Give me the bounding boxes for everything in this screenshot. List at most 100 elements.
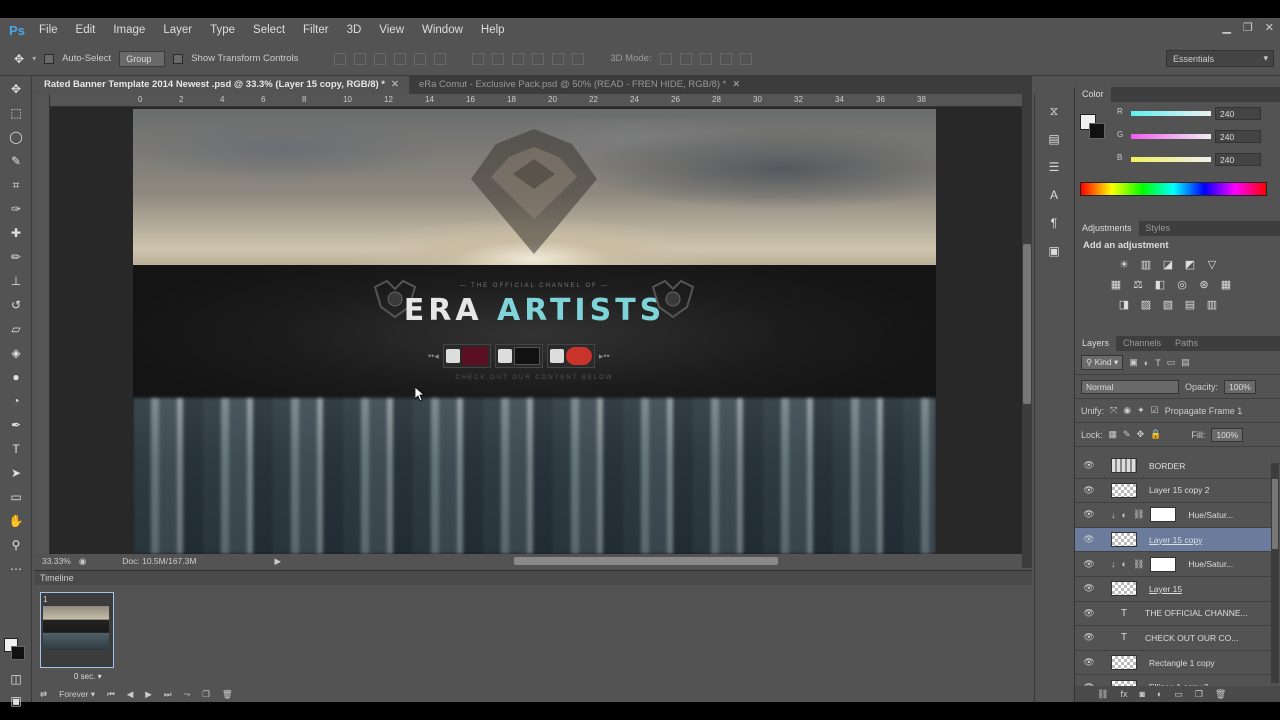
layer-style-icon[interactable]: fx [1120,689,1127,699]
selective-color-icon[interactable]: ▤ [1183,297,1197,311]
color-spectrum-ramp[interactable] [1080,182,1267,196]
restore-icon[interactable]: ❐ [1243,21,1253,34]
layers-scrollbar[interactable] [1271,463,1279,683]
menu-view[interactable]: View [370,18,413,42]
channel-value-r[interactable]: 240 [1215,107,1261,120]
filter-pixel-icon[interactable]: ▣ [1129,357,1138,368]
channel-value-g[interactable]: 240 [1215,130,1261,143]
unify-visibility-icon[interactable]: ◉ [1123,405,1131,416]
show-transform-checkbox[interactable] [173,53,184,64]
paint-bucket-tool-icon[interactable]: ◈ [5,342,27,364]
character-panel-icon[interactable]: A [1043,184,1065,206]
document-canvas[interactable]: — THE OFFICIAL CHANNEL OF — ERA ARTISTS … [133,109,936,554]
ellipsis-icon[interactable]: ⋯ [5,558,27,580]
menu-window[interactable]: Window [413,18,472,42]
distribute-bottom-icon[interactable] [512,52,525,65]
menu-image[interactable]: Image [104,18,154,42]
channel-mixer-icon[interactable]: ⊛ [1197,277,1211,291]
path-selection-tool-icon[interactable]: ➤ [5,462,27,484]
lock-position-icon[interactable]: ✥ [1137,429,1145,440]
lasso-tool-icon[interactable]: ◯ [5,126,27,148]
menu-3d[interactable]: 3D [338,18,371,42]
align-bottom-icon[interactable] [374,52,387,65]
canvas-vertical-scrollbar[interactable] [1022,94,1032,568]
minimize-icon[interactable]: ▁ [1222,21,1230,34]
curves-icon[interactable]: ◪ [1161,257,1175,271]
tool-preset-chevron-icon[interactable]: ▾ [32,54,36,63]
posterize-icon[interactable]: ▨ [1139,297,1153,311]
layer-row[interactable]: 👁 T CHECK OUT OUR CO... [1075,626,1271,651]
distribute-right-icon[interactable] [572,52,585,65]
history-brush-tool-icon[interactable]: ↺ [5,294,27,316]
channel-slider-g[interactable] [1131,134,1211,139]
lock-transparency-icon[interactable]: ▦ [1109,429,1118,440]
menu-help[interactable]: Help [472,18,514,42]
layer-name[interactable]: Rectangle 1 copy [1149,658,1215,668]
duplicate-frame-icon[interactable]: ❐ [202,689,210,700]
color-balance-icon[interactable]: ⚖ [1131,277,1145,291]
lock-image-icon[interactable]: ✎ [1123,429,1131,440]
opacity-field[interactable]: 100% [1224,379,1256,394]
layer-row[interactable]: 👁 BORDER [1075,454,1271,479]
dodge-tool-icon[interactable]: ◔ [5,390,27,412]
tab-color[interactable]: Color [1075,87,1111,102]
menu-filter[interactable]: Filter [294,18,338,42]
visibility-eye-icon[interactable]: 👁 [1081,583,1097,594]
propagate-checkbox-icon[interactable]: ☑ [1151,405,1159,416]
visibility-eye-icon[interactable]: 👁 [1081,534,1097,545]
filter-smart-icon[interactable]: ▤ [1181,357,1190,368]
layer-name[interactable]: Hue/Satur... [1188,510,1233,520]
layer-row[interactable]: 👁 Layer 15 copy 2 [1075,479,1271,504]
first-frame-icon[interactable]: ⏮ [107,689,115,700]
tab-styles[interactable]: Styles [1139,221,1178,236]
scrollbar-thumb[interactable] [1272,479,1278,549]
screen-mode-icon[interactable]: ▣ [5,690,27,712]
layer-name[interactable]: Layer 15 [1149,584,1182,594]
add-mask-icon[interactable]: ◙ [1139,689,1144,699]
properties-panel-icon[interactable]: ☰ [1043,156,1065,178]
doc-info-icon[interactable]: ◉ [79,556,86,567]
layer-row-selected[interactable]: 👁 Layer 15 copy [1075,527,1271,553]
eyedropper-tool-icon[interactable]: ✑ [5,198,27,220]
close-icon[interactable]: ✕ [391,79,399,90]
menu-select[interactable]: Select [244,18,294,42]
filter-kind-dropdown[interactable]: ⚲ Kind ▾ [1081,355,1124,370]
clone-stamp-tool-icon[interactable]: ⊥ [5,270,27,292]
visibility-eye-icon[interactable]: 👁 [1081,632,1097,643]
close-icon[interactable]: ✕ [732,79,740,90]
align-hcenter-icon[interactable] [414,52,427,65]
layer-row[interactable]: 👁 T THE OFFICIAL CHANNE... [1075,602,1271,627]
crop-tool-icon[interactable]: ⌗ [5,174,27,196]
horizontal-ruler[interactable]: 0 2 4 6 8 10 12 14 16 18 20 22 24 26 28 … [50,94,1022,107]
doc-tab-exclusive-pack[interactable]: eRa Comut - Exclusive Pack.psd @ 50% (RE… [409,76,750,94]
hue-saturation-icon[interactable]: ▦ [1109,277,1123,291]
visibility-eye-icon[interactable]: 👁 [1081,608,1097,619]
3d-scale-icon[interactable] [739,52,752,65]
unify-style-icon[interactable]: ✦ [1137,405,1145,416]
new-group-icon[interactable]: ▭ [1174,689,1183,700]
distribute-top-icon[interactable] [472,52,485,65]
shape-tool-icon[interactable]: ▭ [5,486,27,508]
layer-row[interactable]: 👁 ↓ ◐ ⛓ Hue/Satur... [1075,552,1271,577]
3d-roll-icon[interactable] [679,52,692,65]
tab-paths[interactable]: Paths [1168,336,1205,351]
layer-row[interactable]: 👁 ↓ ◐ ⛓ Hue/Satur... [1075,503,1271,528]
distribute-left-icon[interactable] [532,52,545,65]
layer-row[interactable]: 👁 Layer 15 [1075,577,1271,602]
black-white-icon[interactable]: ◧ [1153,277,1167,291]
fill-field[interactable]: 100% [1211,427,1244,442]
canvas-area[interactable]: — THE OFFICIAL CHANNEL OF — ERA ARTISTS … [50,107,1022,554]
healing-brush-tool-icon[interactable]: ✚ [5,222,27,244]
history-panel-icon[interactable]: ⧖ [1043,100,1065,122]
brightness-icon[interactable]: ☀ [1117,257,1131,271]
filter-type-icon[interactable]: T [1155,358,1161,368]
filter-shape-icon[interactable]: ▭ [1167,357,1176,368]
tab-adjustments[interactable]: Adjustments [1075,221,1139,236]
filter-adjustment-icon[interactable]: ◐ [1144,358,1149,368]
tab-layers[interactable]: Layers [1075,336,1117,351]
next-frame-icon[interactable]: ⏭ [164,689,172,700]
quick-mask-icon[interactable]: ◫ [5,668,27,690]
levels-icon[interactable]: ▥ [1139,257,1153,271]
convert-timeline-icon[interactable]: ⇄ [40,689,47,700]
layer-name[interactable]: BORDER [1149,461,1185,471]
